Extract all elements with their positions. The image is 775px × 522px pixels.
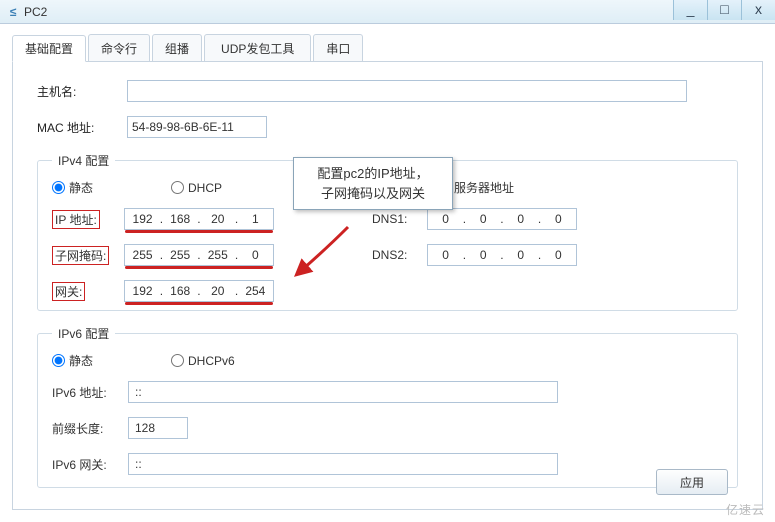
ip-seg[interactable]: 20 — [204, 212, 232, 226]
ipv4-grid: IP 地址: 192. 168. 20. 1 子网掩码: 255. 255. — [52, 208, 723, 302]
titlebar: ≤ PC2 _ □ x — [0, 0, 775, 24]
ip-seg[interactable]: 254 — [241, 284, 269, 298]
ipv6-legend: IPv6 配置 — [52, 325, 115, 342]
hostname-input[interactable] — [127, 80, 687, 102]
ip-seg[interactable]: 0 — [544, 248, 572, 262]
mac-label: MAC 地址: — [37, 119, 127, 136]
row-dns1: DNS1: 0. 0. 0. 0 — [372, 208, 577, 230]
tab-bar: 基础配置 命令行 组播 UDP发包工具 串口 — [12, 34, 763, 62]
ipv4-dhcp-label: DHCP — [188, 181, 222, 195]
ip-seg[interactable]: 0 — [507, 248, 535, 262]
ip-seg[interactable]: 255 — [166, 248, 194, 262]
ipv6-static-label: 静态 — [69, 352, 93, 369]
ip-seg[interactable]: 255 — [129, 248, 157, 262]
window-buttons: _ □ x — [673, 0, 775, 20]
tab-udp-tool[interactable]: UDP发包工具 — [204, 34, 311, 61]
ipv4-static-radio[interactable]: 静态 — [52, 179, 93, 196]
ip-seg[interactable]: 168 — [166, 212, 194, 226]
ip-seg[interactable]: 20 — [204, 284, 232, 298]
ipv6-dhcp-radio[interactable]: DHCPv6 — [171, 354, 235, 368]
ip-seg[interactable]: 0 — [432, 248, 460, 262]
ip-address-input[interactable]: 192. 168. 20. 1 — [124, 208, 274, 230]
app-icon: ≤ — [6, 5, 20, 19]
close-button[interactable]: x — [741, 0, 775, 20]
row-dns2: DNS2: 0. 0. 0. 0 — [372, 244, 577, 266]
subnet-mask-label: 子网掩码: — [52, 246, 124, 265]
annotation-arrow-icon — [298, 227, 358, 280]
watermark: 亿速云 — [726, 501, 765, 518]
ip-seg[interactable]: 1 — [241, 212, 269, 226]
tab-cli[interactable]: 命令行 — [88, 34, 150, 61]
mac-input[interactable]: 54-89-98-6B-6E-11 — [127, 116, 267, 138]
dns1-label: DNS1: — [372, 212, 427, 226]
dns2-label: DNS2: — [372, 248, 427, 262]
row-ipv6-address: IPv6 地址: :: — [52, 381, 723, 403]
window-title: PC2 — [24, 5, 47, 19]
ipv6-static-radio[interactable]: 静态 — [52, 352, 93, 369]
row-ipv6-prefix: 前缀长度: 128 — [52, 417, 723, 439]
ip-seg[interactable]: 0 — [241, 248, 269, 262]
maximize-button[interactable]: □ — [707, 0, 741, 20]
tab-basic-config[interactable]: 基础配置 — [12, 35, 86, 62]
subnet-mask-input[interactable]: 255. 255. 255. 0 — [124, 244, 274, 266]
ipv6-dhcp-label: DHCPv6 — [188, 354, 235, 368]
ipv4-right-col: DNS1: 0. 0. 0. 0 DNS2: 0. 0. — [372, 208, 577, 302]
ipv6-static-radio-input[interactable] — [52, 354, 65, 367]
minimize-button[interactable]: _ — [673, 0, 707, 20]
panel-basic-config: 配置pc2的IP地址， 子网掩码以及网关 主机名: MAC 地址: 54-89-… — [12, 62, 763, 510]
ip-seg[interactable]: 0 — [469, 248, 497, 262]
tab-multicast[interactable]: 组播 — [152, 34, 202, 61]
ipv6-group: IPv6 配置 静态 DHCPv6 IPv6 地址: :: 前缀长度: 128 — [37, 325, 738, 488]
gateway-label: 网关: — [52, 282, 124, 301]
ipv4-dhcp-radio-input[interactable] — [171, 181, 184, 194]
ipv6-mode-row: 静态 DHCPv6 — [52, 352, 723, 369]
ip-seg[interactable]: 168 — [166, 284, 194, 298]
ip-seg[interactable]: 255 — [204, 248, 232, 262]
hostname-label: 主机名: — [37, 83, 127, 100]
ipv4-dhcp-radio[interactable]: DHCP — [171, 181, 222, 195]
gateway-input[interactable]: 192. 168. 20. 254 — [124, 280, 274, 302]
ipv6-prefix-label: 前缀长度: — [52, 420, 128, 437]
row-hostname: 主机名: — [37, 80, 738, 102]
apply-button[interactable]: 应用 — [656, 469, 728, 495]
ip-seg[interactable]: 192 — [129, 284, 157, 298]
ipv4-static-label: 静态 — [69, 179, 93, 196]
ip-seg[interactable]: 0 — [469, 212, 497, 226]
ipv6-address-label: IPv6 地址: — [52, 384, 128, 401]
ipv6-address-input[interactable]: :: — [128, 381, 558, 403]
dns2-input[interactable]: 0. 0. 0. 0 — [427, 244, 577, 266]
ip-seg[interactable]: 0 — [507, 212, 535, 226]
ipv6-gateway-input[interactable]: :: — [128, 453, 558, 475]
row-ipv6-gateway: IPv6 网关: :: — [52, 453, 723, 475]
ip-seg[interactable]: 0 — [544, 212, 572, 226]
content-area: 基础配置 命令行 组播 UDP发包工具 串口 配置pc2的IP地址， 子网掩码以… — [0, 24, 775, 520]
row-mac: MAC 地址: 54-89-98-6B-6E-11 — [37, 116, 738, 138]
ip-address-label: IP 地址: — [52, 210, 124, 229]
annotation-callout: 配置pc2的IP地址， 子网掩码以及网关 — [293, 157, 453, 210]
tab-serial[interactable]: 串口 — [313, 34, 363, 61]
ipv4-legend: IPv4 配置 — [52, 152, 115, 169]
ipv4-static-radio-input[interactable] — [52, 181, 65, 194]
callout-line2: 子网掩码以及网关 — [302, 184, 444, 204]
ip-seg[interactable]: 0 — [432, 212, 460, 226]
row-gateway: 网关: 192. 168. 20. 254 — [52, 280, 362, 302]
callout-line1: 配置pc2的IP地址， — [302, 164, 444, 184]
ipv6-gateway-label: IPv6 网关: — [52, 456, 128, 473]
ip-seg[interactable]: 192 — [129, 212, 157, 226]
ipv6-prefix-input[interactable]: 128 — [128, 417, 188, 439]
dns1-input[interactable]: 0. 0. 0. 0 — [427, 208, 577, 230]
ipv6-dhcp-radio-input[interactable] — [171, 354, 184, 367]
